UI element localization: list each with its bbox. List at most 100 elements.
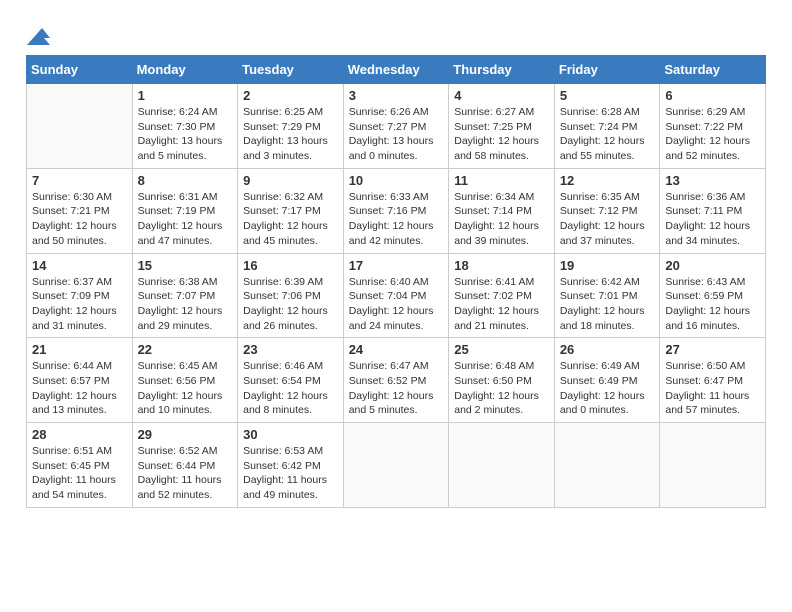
day-number: 6: [665, 88, 760, 103]
calendar-cell: 21 Sunrise: 6:44 AMSunset: 6:57 PMDayligh…: [27, 338, 133, 423]
day-number: 2: [243, 88, 338, 103]
day-number: 29: [138, 427, 233, 442]
day-number: 30: [243, 427, 338, 442]
day-number: 27: [665, 342, 760, 357]
calendar-cell: 11 Sunrise: 6:34 AMSunset: 7:14 PMDayligh…: [449, 168, 555, 253]
day-number: 1: [138, 88, 233, 103]
calendar-cell: 17Sunrise: 6:40 AMSunset: 7:04 PMDayligh…: [343, 253, 449, 338]
day-number: 21: [32, 342, 127, 357]
day-info: Sunrise: 6:27 AMSunset: 7:25 PMDaylight:…: [454, 105, 549, 164]
day-number: 9: [243, 173, 338, 188]
day-number: 13: [665, 173, 760, 188]
calendar-cell: [343, 423, 449, 508]
calendar-cell: 9 Sunrise: 6:32 AMSunset: 7:17 PMDaylight…: [238, 168, 344, 253]
calendar-cell: 30 Sunrise: 6:53 AMSunset: 6:42 PMDayligh…: [238, 423, 344, 508]
day-number: 3: [349, 88, 444, 103]
day-number: 25: [454, 342, 549, 357]
calendar-cell: 8 Sunrise: 6:31 AMSunset: 7:19 PMDaylight…: [132, 168, 238, 253]
calendar-cell: 3 Sunrise: 6:26 AMSunset: 7:27 PMDaylight…: [343, 84, 449, 169]
day-info: Sunrise: 6:30 AMSunset: 7:21 PMDaylight:…: [32, 190, 127, 249]
calendar-week-2: 7 Sunrise: 6:30 AMSunset: 7:21 PMDaylight…: [27, 168, 766, 253]
day-info: Sunrise: 6:49 AMSunset: 6:49 PMDaylight:…: [560, 359, 655, 418]
calendar-cell: 24 Sunrise: 6:47 AMSunset: 6:52 PMDayligh…: [343, 338, 449, 423]
day-info: Sunrise: 6:34 AMSunset: 7:14 PMDaylight:…: [454, 190, 549, 249]
weekday-header-wednesday: Wednesday: [343, 56, 449, 84]
calendar-cell: 26Sunrise: 6:49 AMSunset: 6:49 PMDayligh…: [554, 338, 660, 423]
calendar-cell: 2 Sunrise: 6:25 AMSunset: 7:29 PMDaylight…: [238, 84, 344, 169]
day-info: Sunrise: 6:35 AMSunset: 7:12 PMDaylight:…: [560, 190, 655, 249]
day-number: 10: [349, 173, 444, 188]
day-info: Sunrise: 6:24 AMSunset: 7:30 PMDaylight:…: [138, 105, 233, 164]
logo: [20, 20, 52, 50]
day-info: Sunrise: 6:42 AMSunset: 7:01 PMDaylight:…: [560, 275, 655, 334]
day-info: Sunrise: 6:38 AMSunset: 7:07 PMDaylight:…: [138, 275, 233, 334]
day-number: 22: [138, 342, 233, 357]
day-number: 24: [349, 342, 444, 357]
weekday-header-tuesday: Tuesday: [238, 56, 344, 84]
day-number: 7: [32, 173, 127, 188]
calendar-cell: 22 Sunrise: 6:45 AMSunset: 6:56 PMDayligh…: [132, 338, 238, 423]
calendar-cell: 12 Sunrise: 6:35 AMSunset: 7:12 PMDayligh…: [554, 168, 660, 253]
day-number: 11: [454, 173, 549, 188]
calendar-cell: 1 Sunrise: 6:24 AMSunset: 7:30 PMDaylight…: [132, 84, 238, 169]
day-info: Sunrise: 6:29 AMSunset: 7:22 PMDaylight:…: [665, 105, 760, 164]
weekday-header-monday: Monday: [132, 56, 238, 84]
day-info: Sunrise: 6:33 AMSunset: 7:16 PMDaylight:…: [349, 190, 444, 249]
day-info: Sunrise: 6:45 AMSunset: 6:56 PMDaylight:…: [138, 359, 233, 418]
weekday-header-friday: Friday: [554, 56, 660, 84]
day-info: Sunrise: 6:47 AMSunset: 6:52 PMDaylight:…: [349, 359, 444, 418]
day-info: Sunrise: 6:41 AMSunset: 7:02 PMDaylight:…: [454, 275, 549, 334]
calendar-cell: [27, 84, 133, 169]
day-info: Sunrise: 6:50 AMSunset: 6:47 PMDaylight:…: [665, 359, 760, 418]
day-info: Sunrise: 6:25 AMSunset: 7:29 PMDaylight:…: [243, 105, 338, 164]
calendar-cell: 16 Sunrise: 6:39 AMSunset: 7:06 PMDayligh…: [238, 253, 344, 338]
day-info: Sunrise: 6:31 AMSunset: 7:19 PMDaylight:…: [138, 190, 233, 249]
day-number: 28: [32, 427, 127, 442]
day-info: Sunrise: 6:53 AMSunset: 6:42 PMDaylight:…: [243, 444, 338, 503]
calendar-cell: 13 Sunrise: 6:36 AMSunset: 7:11 PMDayligh…: [660, 168, 766, 253]
weekday-header-sunday: Sunday: [27, 56, 133, 84]
calendar-week-5: 28 Sunrise: 6:51 AMSunset: 6:45 PMDayligh…: [27, 423, 766, 508]
calendar-cell: 5 Sunrise: 6:28 AMSunset: 7:24 PMDaylight…: [554, 84, 660, 169]
day-number: 14: [32, 258, 127, 273]
weekday-header-thursday: Thursday: [449, 56, 555, 84]
logo-icon: [22, 20, 52, 50]
calendar-cell: 23 Sunrise: 6:46 AMSunset: 6:54 PMDayligh…: [238, 338, 344, 423]
calendar-cell: [660, 423, 766, 508]
day-info: Sunrise: 6:36 AMSunset: 7:11 PMDaylight:…: [665, 190, 760, 249]
calendar-table-wrap: SundayMondayTuesdayWednesdayThursdayFrid…: [10, 55, 782, 508]
day-number: 12: [560, 173, 655, 188]
calendar-cell: 14Sunrise: 6:37 AMSunset: 7:09 PMDayligh…: [27, 253, 133, 338]
calendar-cell: 19 Sunrise: 6:42 AMSunset: 7:01 PMDayligh…: [554, 253, 660, 338]
calendar-table: SundayMondayTuesdayWednesdayThursdayFrid…: [26, 55, 766, 508]
day-info: Sunrise: 6:44 AMSunset: 6:57 PMDaylight:…: [32, 359, 127, 418]
day-number: 17: [349, 258, 444, 273]
day-number: 20: [665, 258, 760, 273]
day-number: 18: [454, 258, 549, 273]
day-number: 16: [243, 258, 338, 273]
day-info: Sunrise: 6:43 AMSunset: 6:59 PMDaylight:…: [665, 275, 760, 334]
day-number: 15: [138, 258, 233, 273]
calendar-cell: [554, 423, 660, 508]
day-number: 8: [138, 173, 233, 188]
day-number: 5: [560, 88, 655, 103]
day-info: Sunrise: 6:46 AMSunset: 6:54 PMDaylight:…: [243, 359, 338, 418]
calendar-cell: 18 Sunrise: 6:41 AMSunset: 7:02 PMDayligh…: [449, 253, 555, 338]
calendar-cell: 10 Sunrise: 6:33 AMSunset: 7:16 PMDayligh…: [343, 168, 449, 253]
calendar-cell: 29 Sunrise: 6:52 AMSunset: 6:44 PMDayligh…: [132, 423, 238, 508]
day-info: Sunrise: 6:28 AMSunset: 7:24 PMDaylight:…: [560, 105, 655, 164]
calendar-week-3: 14Sunrise: 6:37 AMSunset: 7:09 PMDayligh…: [27, 253, 766, 338]
day-info: Sunrise: 6:32 AMSunset: 7:17 PMDaylight:…: [243, 190, 338, 249]
calendar-week-4: 21 Sunrise: 6:44 AMSunset: 6:57 PMDayligh…: [27, 338, 766, 423]
calendar-cell: [449, 423, 555, 508]
calendar-cell: 27 Sunrise: 6:50 AMSunset: 6:47 PMDayligh…: [660, 338, 766, 423]
weekday-header-saturday: Saturday: [660, 56, 766, 84]
day-info: Sunrise: 6:26 AMSunset: 7:27 PMDaylight:…: [349, 105, 444, 164]
day-info: Sunrise: 6:48 AMSunset: 6:50 PMDaylight:…: [454, 359, 549, 418]
day-info: Sunrise: 6:39 AMSunset: 7:06 PMDaylight:…: [243, 275, 338, 334]
day-info: Sunrise: 6:51 AMSunset: 6:45 PMDaylight:…: [32, 444, 127, 503]
day-number: 19: [560, 258, 655, 273]
day-number: 4: [454, 88, 549, 103]
day-number: 23: [243, 342, 338, 357]
day-info: Sunrise: 6:52 AMSunset: 6:44 PMDaylight:…: [138, 444, 233, 503]
